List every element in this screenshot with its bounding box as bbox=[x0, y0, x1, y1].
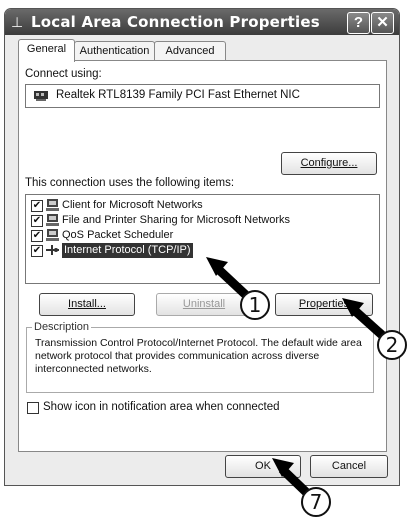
arrow-icon bbox=[272, 458, 310, 496]
callout-7: 7 bbox=[301, 487, 331, 517]
callout-2: 2 bbox=[377, 330, 407, 360]
instruction-overlay bbox=[206, 257, 386, 496]
arrow-icon bbox=[342, 298, 386, 339]
callout-1: 1 bbox=[240, 290, 270, 320]
tab-general[interactable]: General bbox=[18, 39, 75, 62]
arrow-icon bbox=[206, 257, 252, 301]
